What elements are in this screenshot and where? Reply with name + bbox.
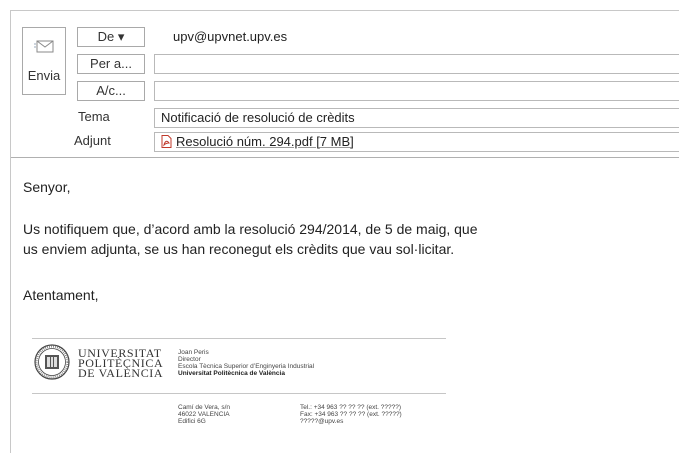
signature-name: Joan Peris [178, 349, 209, 356]
send-label: Envia [27, 68, 61, 83]
from-value: upv@upvnet.upv.es [173, 29, 288, 44]
send-button[interactable]: Envia [22, 27, 66, 95]
signature-school: Escola Tècnica Superior d’Enginyeria Ind… [178, 363, 315, 370]
university-seal-logo [34, 344, 70, 380]
to-input[interactable] [154, 54, 679, 74]
to-button[interactable]: Per a... [77, 54, 145, 74]
cc-button[interactable]: A/c... [77, 81, 145, 101]
compose-window: Envia De ▾ upv@upvnet.upv.es Per a... A/… [10, 10, 679, 453]
attachment-label: Adjunt [74, 133, 111, 148]
subject-input[interactable]: Notificació de resolució de crèdits [154, 108, 679, 128]
from-button[interactable]: De ▾ [77, 27, 145, 47]
header-divider [11, 157, 679, 158]
signature-mid-rule [32, 393, 446, 394]
address-line-3: Edifici 6G [178, 418, 206, 425]
signature-phone: Tel.: +34 963 ?? ?? ?? (ext. ?????) Fax:… [300, 404, 402, 425]
address-line-2: 46022 VALENCIA [178, 411, 230, 418]
university-wordmark: UNIVERSITAT POLITÈCNICA DE VALÈNCIA [78, 347, 164, 380]
paragraph-line-1: Us notifiquem que, d’acord amb la resolu… [23, 221, 478, 237]
pdf-file-icon [161, 135, 172, 148]
paragraph-line-2: us enviem adjunta, se us han reconegut e… [23, 241, 455, 257]
attachment-name[interactable]: Resolució núm. 294.pdf [7 MB] [176, 134, 354, 149]
cc-input[interactable] [154, 81, 679, 101]
compose-header: Envia De ▾ upv@upvnet.upv.es Per a... A/… [11, 11, 679, 156]
subject-label: Tema [78, 109, 110, 124]
signature-top-rule [32, 338, 446, 339]
signature-university: Universitat Politècnica de València [178, 370, 285, 377]
attachment-field[interactable]: Resolució núm. 294.pdf [7 MB] [154, 132, 679, 152]
greeting-text: Senyor, [23, 179, 71, 195]
fax-line: Fax: +34 963 ?? ?? ?? (ext. ?????) [300, 411, 402, 418]
send-envelope-icon [34, 40, 54, 53]
phone-line: Tel.: +34 963 ?? ?? ?? (ext. ?????) [300, 404, 402, 411]
address-line-1: Camí de Vera, s/n [178, 404, 231, 411]
signature-title: Director [178, 356, 201, 363]
signature-contact: Joan Peris Director Escola Tècnica Super… [178, 349, 314, 377]
email-line[interactable]: ?????@upv.es [300, 418, 402, 425]
signature-address: Camí de Vera, s/n 46022 VALENCIA Edifici… [178, 404, 230, 425]
closing-text: Atentament, [23, 287, 99, 303]
university-wordmark-line-3: DE VALÈNCIA [78, 366, 164, 380]
